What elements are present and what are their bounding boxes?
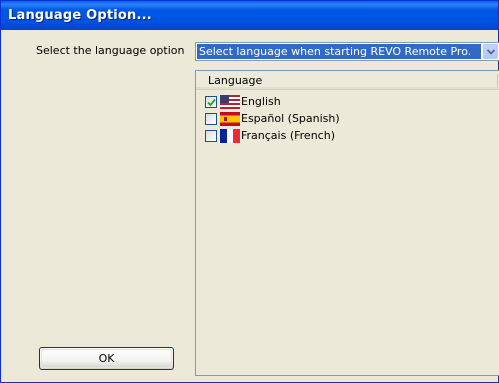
list-item-label: English (241, 95, 281, 108)
list-item-english[interactable]: English (205, 94, 485, 110)
language-option-dropdown[interactable]: Select language when starting REVO Remot… (195, 42, 499, 61)
chevron-down-icon[interactable] (483, 44, 498, 59)
ok-button[interactable]: OK (39, 347, 174, 370)
title-bar[interactable]: Language Option... (1, 1, 498, 30)
english-checkbox[interactable] (205, 96, 217, 108)
language-column-header-label: Language (208, 74, 263, 87)
language-option-dialog: Language Option... Select the language o… (0, 0, 499, 383)
window-title: Language Option... (8, 8, 152, 23)
language-list[interactable]: Language English Español (Spanish) Franç… (195, 70, 499, 376)
us-flag-icon (220, 95, 240, 109)
list-item-label: Español (Spanish) (241, 112, 340, 125)
list-item-french[interactable]: Français (French) (205, 128, 485, 144)
french-checkbox[interactable] (205, 130, 217, 142)
language-column-header[interactable]: Language (196, 71, 499, 90)
france-flag-icon (220, 129, 240, 143)
dialog-client-area: Select the language option Select langua… (4, 30, 499, 380)
language-option-selected-value: Select language when starting REVO Remot… (197, 44, 481, 59)
column-separator (497, 74, 498, 87)
spain-flag-icon (220, 112, 240, 126)
spanish-checkbox[interactable] (205, 113, 217, 125)
ok-button-label: OK (98, 352, 115, 365)
language-option-label: Select the language option (36, 44, 185, 57)
list-item-label: Français (French) (241, 129, 335, 142)
list-item-spanish[interactable]: Español (Spanish) (205, 111, 485, 127)
